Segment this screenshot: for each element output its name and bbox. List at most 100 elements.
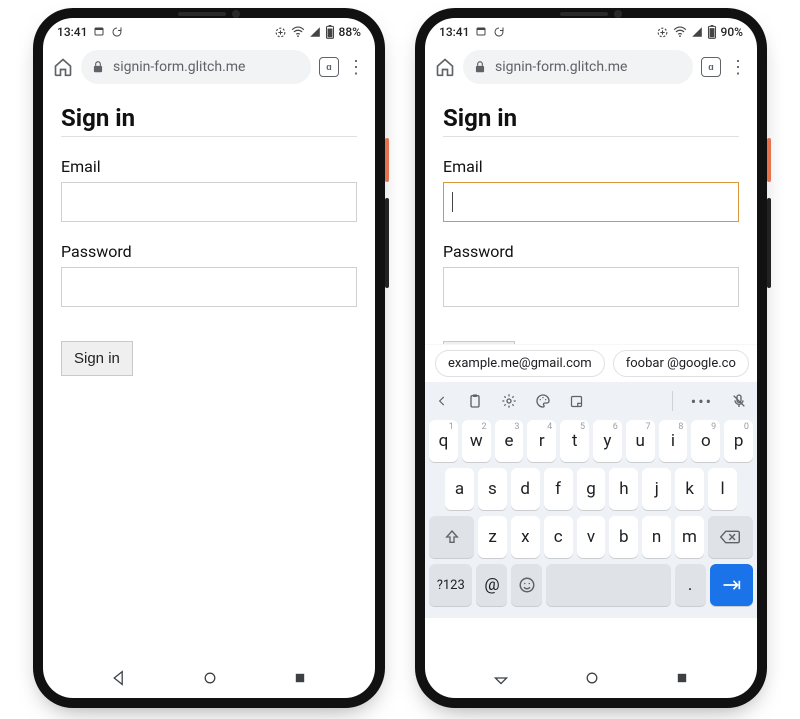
autofill-chip[interactable]: example.me@gmail.com	[435, 350, 605, 377]
key-i[interactable]: i8	[659, 420, 688, 462]
key-v[interactable]: v	[577, 516, 606, 558]
key-b[interactable]: b	[609, 516, 638, 558]
key-g[interactable]: g	[577, 468, 606, 510]
password-field[interactable]	[443, 267, 739, 307]
kb-more-icon[interactable]: •••	[691, 392, 713, 411]
note-icon[interactable]	[569, 394, 584, 409]
key-f[interactable]: f	[544, 468, 573, 510]
status-time: 13:41	[57, 25, 87, 39]
status-time: 13:41	[439, 25, 469, 39]
key-c[interactable]: c	[544, 516, 573, 558]
key-s[interactable]: s	[478, 468, 507, 510]
key-d[interactable]: d	[511, 468, 540, 510]
key-t[interactable]: t5	[560, 420, 589, 462]
key-w[interactable]: w2	[462, 420, 491, 462]
web-page: Sign in Email Password Sign in example.m…	[425, 90, 757, 658]
wifi-icon	[291, 26, 305, 38]
page-title: Sign in	[61, 104, 357, 137]
autofill-suggestions: example.me@gmail.com foobar @google.co	[425, 344, 757, 382]
at-key[interactable]: @	[476, 564, 507, 606]
shift-key[interactable]	[429, 516, 474, 558]
email-label: Email	[443, 157, 739, 176]
url-bar[interactable]: signin-form.glitch.me	[81, 50, 311, 84]
key-k[interactable]: k	[675, 468, 704, 510]
key-p[interactable]: p0	[724, 420, 753, 462]
mic-off-icon[interactable]	[731, 393, 747, 409]
email-field[interactable]	[443, 182, 739, 222]
enter-key[interactable]	[710, 564, 753, 606]
overflow-menu-icon[interactable]: ⋮	[347, 57, 365, 78]
period-key[interactable]: .	[675, 564, 706, 606]
notification-icon	[475, 26, 487, 38]
key-h[interactable]: h	[609, 468, 638, 510]
password-label: Password	[61, 242, 357, 261]
web-page: Sign in Email Password Sign in	[43, 90, 375, 658]
status-battery-pct: 90%	[721, 25, 743, 39]
key-o[interactable]: o9	[691, 420, 720, 462]
key-a[interactable]: a	[445, 468, 474, 510]
nav-home-icon[interactable]	[584, 670, 600, 686]
key-n[interactable]: n	[642, 516, 671, 558]
backspace-key[interactable]	[708, 516, 753, 558]
symbols-key[interactable]: ?123	[429, 564, 472, 606]
space-key[interactable]	[546, 564, 670, 606]
key-l[interactable]: l	[708, 468, 737, 510]
gear-icon[interactable]	[501, 393, 517, 409]
data-saver-icon	[656, 26, 669, 39]
cell-signal-icon	[691, 26, 703, 38]
battery-icon	[325, 25, 335, 39]
palette-icon[interactable]	[535, 393, 551, 409]
browser-toolbar: signin-form.glitch.me ɑ ⋮	[43, 46, 375, 90]
reader-mode-icon[interactable]: ɑ	[701, 57, 721, 77]
page-title: Sign in	[443, 104, 739, 137]
email-field[interactable]	[61, 182, 357, 222]
home-icon[interactable]	[435, 57, 455, 77]
wifi-icon	[673, 26, 687, 38]
key-m[interactable]: m	[675, 516, 704, 558]
key-u[interactable]: u7	[626, 420, 655, 462]
nav-recents-icon[interactable]	[293, 671, 307, 685]
sync-icon	[493, 26, 505, 38]
key-q[interactable]: q1	[429, 420, 458, 462]
lock-icon	[473, 60, 487, 74]
phone-right: 13:41	[415, 8, 767, 708]
sign-in-button[interactable]: Sign in	[61, 341, 133, 376]
key-y[interactable]: y6	[593, 420, 622, 462]
browser-toolbar: signin-form.glitch.me ɑ ⋮	[425, 46, 757, 90]
nav-back-icon[interactable]	[111, 670, 127, 686]
android-nav-bar	[43, 658, 375, 698]
lock-icon	[91, 60, 105, 74]
android-nav-bar	[425, 658, 757, 698]
url-text: signin-form.glitch.me	[495, 59, 627, 75]
home-icon[interactable]	[53, 57, 73, 77]
password-field[interactable]	[61, 267, 357, 307]
soft-keyboard: q1w2e3r4t5y6u7i8o9p0 asdfghjkl zxcvbnm ?…	[425, 414, 757, 618]
key-z[interactable]: z	[478, 516, 507, 558]
emoji-key[interactable]	[511, 564, 542, 606]
overflow-menu-icon[interactable]: ⋮	[729, 57, 747, 78]
password-label: Password	[443, 242, 739, 261]
phone-left: 13:41	[33, 8, 385, 708]
kb-collapse-icon[interactable]	[435, 394, 449, 408]
key-j[interactable]: j	[642, 468, 671, 510]
text-caret	[452, 192, 453, 212]
reader-mode-icon[interactable]: ɑ	[319, 57, 339, 77]
url-bar[interactable]: signin-form.glitch.me	[463, 50, 693, 84]
notification-icon	[93, 26, 105, 38]
key-r[interactable]: r4	[527, 420, 556, 462]
key-e[interactable]: e3	[495, 420, 524, 462]
status-bar: 13:41	[425, 18, 757, 46]
nav-home-icon[interactable]	[202, 670, 218, 686]
nav-back-icon[interactable]	[493, 670, 509, 686]
nav-recents-icon[interactable]	[675, 671, 689, 685]
autofill-chip[interactable]: foobar @google.co	[613, 350, 749, 377]
data-saver-icon	[274, 26, 287, 39]
url-text: signin-form.glitch.me	[113, 59, 245, 75]
cell-signal-icon	[309, 26, 321, 38]
status-bar: 13:41	[43, 18, 375, 46]
email-label: Email	[61, 157, 357, 176]
clipboard-icon[interactable]	[467, 393, 483, 409]
status-battery-pct: 88%	[339, 25, 361, 39]
battery-icon	[707, 25, 717, 39]
key-x[interactable]: x	[511, 516, 540, 558]
